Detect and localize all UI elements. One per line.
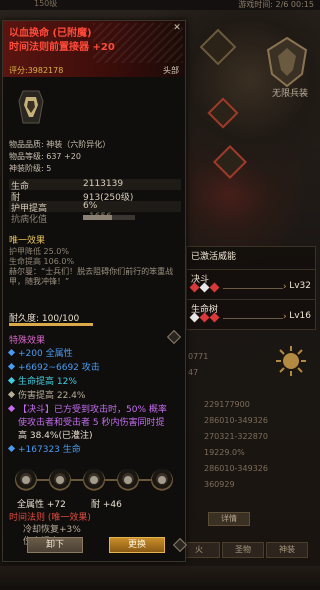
unique-effect-line: 生命提高 106.0% xyxy=(9,257,75,266)
background-stat: 286010-349326 xyxy=(204,416,268,425)
item-quote: 赫尔曼：“士兵们！脱去阻碍你们前行的笨重战甲，随我冲锋！” xyxy=(9,267,174,286)
game-time: 游戏时间: 2/6 00:15 xyxy=(238,0,314,9)
background-stat: 360929 xyxy=(204,480,235,489)
special-effect-text: 高 38.4%(已灌注) xyxy=(18,431,93,441)
diamond-bullet-icon xyxy=(7,348,16,357)
item-quality: 物品品质: 神装（六阶异化） xyxy=(9,140,111,149)
diamond-bullet-icon xyxy=(7,404,16,413)
diamond-bullet-icon xyxy=(7,376,16,385)
info-diamond-icon[interactable] xyxy=(172,537,188,553)
background-stat: 286010-349326 xyxy=(204,464,268,473)
emblem-icon[interactable] xyxy=(262,36,312,88)
gem-icon xyxy=(199,282,210,293)
gem-icon xyxy=(189,282,200,293)
background-number: 47 xyxy=(188,368,199,377)
item-name: 以血换命 (已附魔) xyxy=(9,28,92,39)
item-slot: 头部 xyxy=(163,66,179,75)
diamond-bullet-icon xyxy=(7,390,16,399)
gem-icon xyxy=(189,312,200,323)
power-row-tree-of-life[interactable]: 生命树 › Lv16 xyxy=(187,299,315,329)
special-effect-text: 生命提高 12% xyxy=(18,377,77,387)
background-stat: 270321-322870 xyxy=(204,432,268,441)
gem-socket-icon[interactable] xyxy=(83,469,105,491)
helmet-item-icon xyxy=(18,90,44,124)
item-subname: 时间法则前置接器 +20 xyxy=(9,42,115,53)
gem-icon xyxy=(209,312,220,323)
special-effect-text: +200 全属性 xyxy=(18,349,73,359)
power-divider xyxy=(223,288,283,289)
stat-row: 生命 2113139 xyxy=(9,179,181,192)
stats-table: 生命 2113139 耐 913(250级) 护甲提高 6% 抗病化值 1656 xyxy=(9,179,181,225)
gem-stat: 全属性 +72 xyxy=(17,500,66,510)
sun-icon[interactable] xyxy=(274,344,308,378)
gem-socket-icon[interactable] xyxy=(117,469,139,491)
power-divider xyxy=(223,318,283,319)
activated-power-panel: 已激活威能 决斗 › Lv32 生命树 › Lv16 xyxy=(186,246,316,330)
top-bar: 150级 游戏时间: 2/6 00:15 xyxy=(0,0,320,10)
gem-icon xyxy=(199,312,210,323)
item-level: 物品等级: 637 +20 xyxy=(9,152,81,161)
special-effects-title: 特殊效果 xyxy=(9,336,46,346)
special-effect-text: +6692~6692 攻击 xyxy=(18,363,100,373)
detail-button[interactable]: 详情 xyxy=(208,512,250,526)
gem-icon xyxy=(209,282,220,293)
arrow-icon: › xyxy=(283,312,287,322)
gem-link xyxy=(139,479,151,481)
arrow-icon: › xyxy=(283,282,287,292)
power-panel-title: 已激活威能 xyxy=(191,252,237,262)
power-gems xyxy=(189,312,221,324)
durability-bar-fill xyxy=(9,323,93,326)
special-effect-text: 使攻击者和受击者 5 秒内伤害同时提 xyxy=(18,418,165,428)
background-stat: 19229.0% xyxy=(204,448,245,457)
gem-link xyxy=(105,479,117,481)
special-effect: 生命提高 12% xyxy=(7,374,77,387)
unique-effect-title: 唯一效果 xyxy=(9,236,46,246)
special-effect-text: 【决斗】已方受到攻击时，50% 概率 xyxy=(18,405,167,415)
close-icon[interactable]: ✕ xyxy=(172,23,182,33)
special-effect: +167323 生命 xyxy=(7,442,81,455)
special-effect: 伤害提高 22.4% xyxy=(7,388,86,401)
stat-row: 抗病化值 1656 xyxy=(9,212,181,225)
player-level: 150级 xyxy=(34,0,58,8)
power-row-duel[interactable]: 决斗 › Lv32 xyxy=(187,269,315,299)
diamond-bullet-icon xyxy=(7,444,16,453)
special-effect: +200 全属性 xyxy=(7,346,73,359)
gem-socket-icon[interactable] xyxy=(49,469,71,491)
power-gems xyxy=(189,282,221,294)
item-score: 评分:3982178 xyxy=(9,66,64,75)
bottom-bar xyxy=(0,566,320,590)
gem-sockets xyxy=(15,469,175,495)
tab-divine-gear[interactable]: 神装 xyxy=(266,542,308,558)
gem-socket-icon[interactable] xyxy=(151,469,173,491)
stat-value: 2113139 xyxy=(83,179,124,189)
stat-row: 护甲提高 6% xyxy=(9,201,181,214)
gem-stat: 耐 +46 xyxy=(91,500,122,510)
item-tooltip-panel: 以血换命 (已附魔) 时间法则前置接器 +20 ✕ 评分:3982178 头部 … xyxy=(2,20,188,562)
background-stat: 229177900 xyxy=(204,400,250,409)
item-tier: 神装阶级: 5 xyxy=(9,164,52,173)
gem-socket-icon[interactable] xyxy=(15,469,37,491)
info-diamond-icon[interactable] xyxy=(166,329,182,345)
replace-button[interactable]: 更换 xyxy=(109,537,165,553)
special-effect-text: 伤害提高 22.4% xyxy=(18,391,86,401)
special-effect: +6692~6692 攻击 xyxy=(7,360,100,373)
stat-label: 抗病化值 xyxy=(11,215,48,225)
gem-link xyxy=(71,479,83,481)
stat-value: 6% xyxy=(83,201,98,211)
power-level: Lv16 xyxy=(289,311,311,321)
stat-row: 耐 913(250级) xyxy=(9,190,181,203)
gem-link xyxy=(37,479,49,481)
emblem-label: 无限兵装 xyxy=(271,89,308,99)
diamond-bullet-icon xyxy=(7,362,16,371)
background-number: 0771 xyxy=(188,352,209,361)
tab-relics[interactable]: 圣物 xyxy=(222,542,264,558)
special-effect-text: +167323 生命 xyxy=(18,445,81,455)
unequip-button[interactable]: 卸下 xyxy=(27,537,83,553)
item-header: 以血换命 (已附魔) 时间法则前置接器 +20 ✕ 评分:3982178 头部 xyxy=(3,21,185,77)
durability-bar xyxy=(9,323,93,326)
stat-value: 1656 xyxy=(89,212,112,222)
special-effect: 【决斗】已方受到攻击时，50% 概率 xyxy=(7,402,167,415)
power-level: Lv32 xyxy=(289,281,311,291)
